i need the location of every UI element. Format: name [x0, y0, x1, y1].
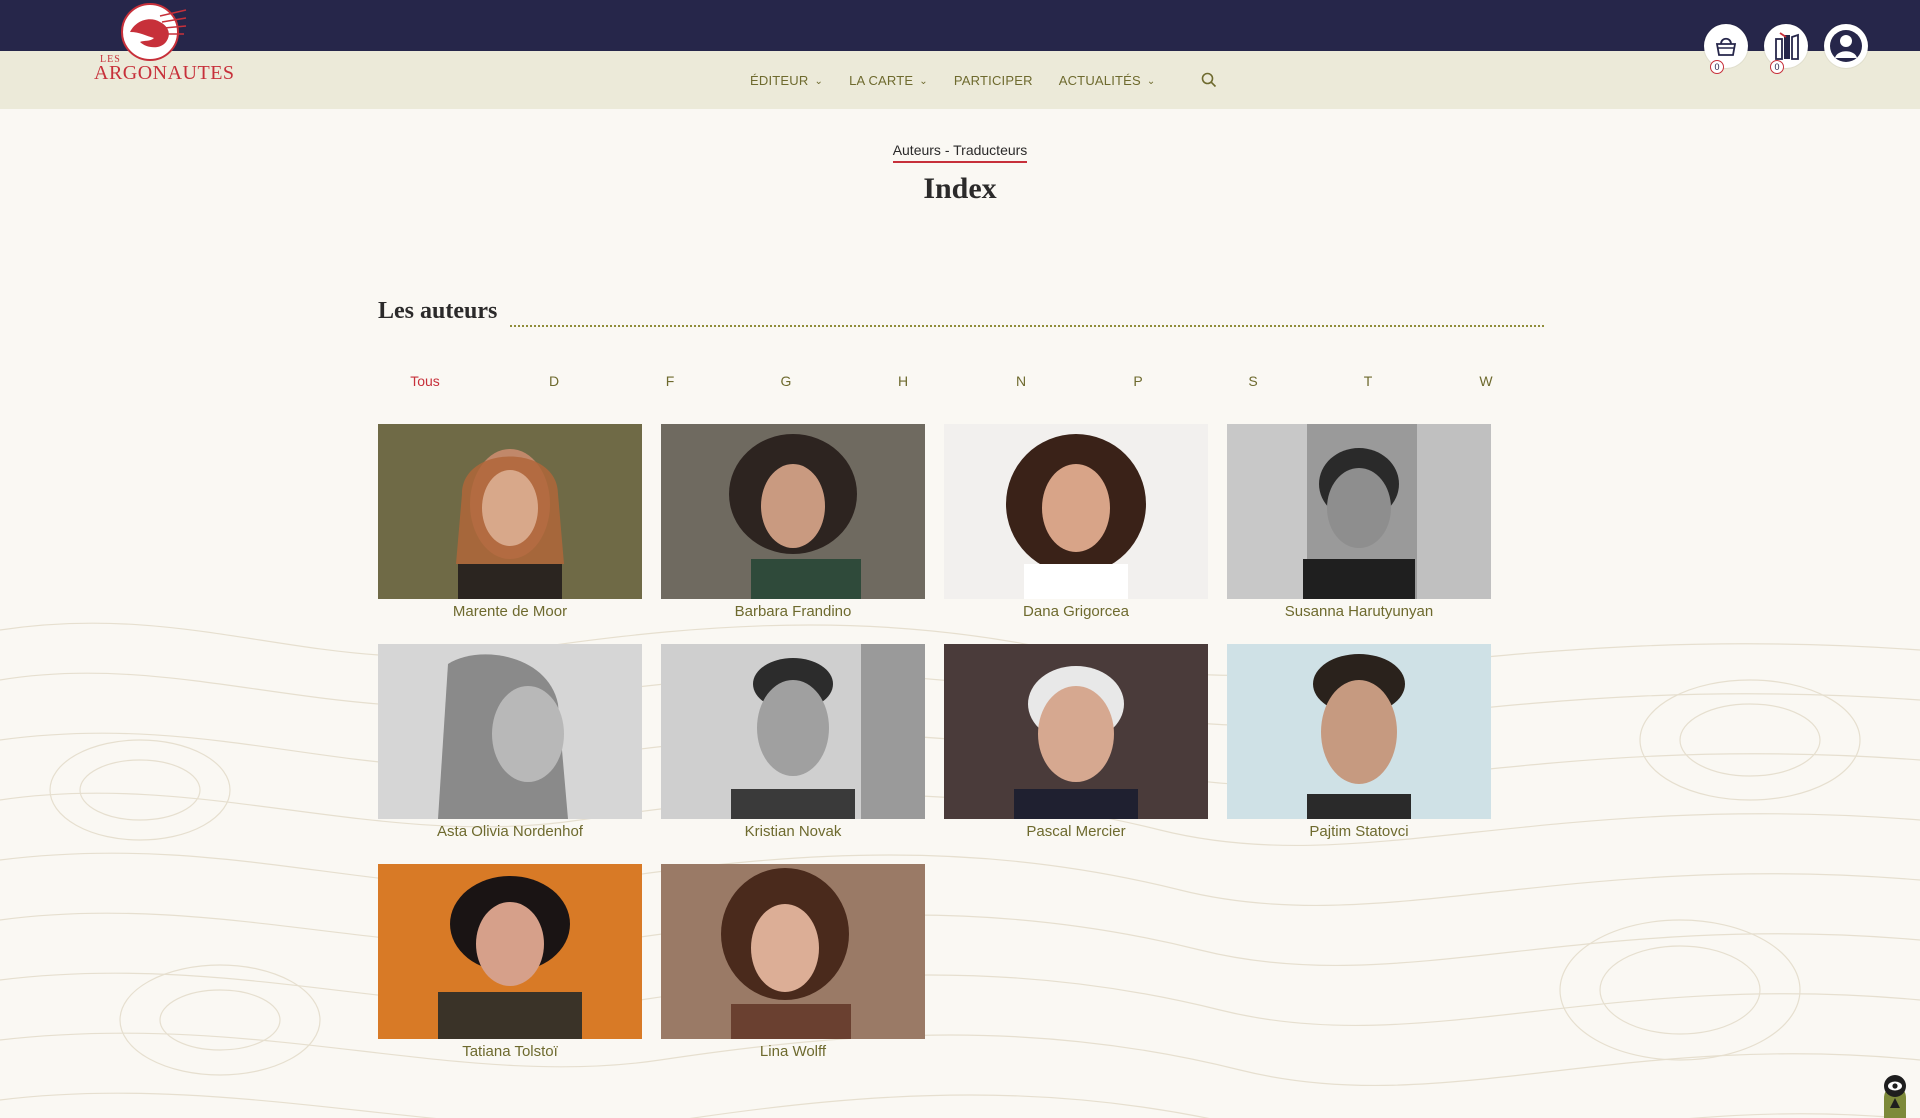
author-card[interactable]: Marente de Moor [378, 424, 642, 624]
author-name[interactable]: Lina Wolff [661, 1043, 925, 1060]
nav-item-label: ACTUALITÉS [1058, 72, 1141, 88]
author-name[interactable]: Marente de Moor [378, 603, 642, 620]
site-logo[interactable]: LES ARGONAUTES [92, 0, 252, 90]
author-grid: Marente de Moor Barbara Frandino Dana Gr… [378, 424, 1491, 1064]
nav-item-label: ÉDITEUR [750, 72, 809, 88]
nav-item-editeur[interactable]: ÉDITEUR ⌄ [750, 73, 823, 88]
author-name[interactable]: Pajtim Statovci [1227, 823, 1491, 840]
author-name[interactable]: Barbara Frandino [661, 603, 925, 620]
author-name[interactable]: Susanna Harutyunyan [1227, 603, 1491, 620]
filter-d[interactable]: D [549, 373, 559, 389]
search-icon[interactable] [1200, 71, 1218, 89]
author-card[interactable]: Pajtim Statovci [1227, 644, 1491, 844]
author-card[interactable]: Susanna Harutyunyan [1227, 424, 1491, 624]
accessibility-eye-icon[interactable] [1880, 1072, 1910, 1118]
section-title: Les auteurs [378, 298, 498, 324]
author-card[interactable]: Pascal Mercier [944, 644, 1208, 844]
nav-item-actualites[interactable]: ACTUALITÉS ⌄ [1059, 73, 1156, 88]
author-card[interactable]: Kristian Novak [661, 644, 925, 844]
author-card[interactable]: Asta Olivia Nordenhof [378, 644, 642, 844]
filter-tous[interactable]: Tous [410, 373, 440, 389]
books-icon [1775, 32, 1799, 60]
author-photo[interactable] [378, 864, 642, 1039]
nav-item-participer[interactable]: PARTICIPER [954, 73, 1033, 88]
chevron-down-icon: ⌄ [919, 75, 928, 87]
logo-name: ARGONAUTES [94, 62, 235, 84]
section-divider [510, 325, 1544, 327]
filter-t[interactable]: T [1364, 373, 1373, 389]
author-photo[interactable] [661, 424, 925, 599]
breadcrumb: Auteurs - Traducteurs [0, 142, 1920, 163]
author-photo[interactable] [1227, 424, 1491, 599]
author-name[interactable]: Asta Olivia Nordenhof [378, 823, 642, 840]
author-card[interactable]: Dana Grigorcea [944, 424, 1208, 624]
author-photo[interactable] [661, 644, 925, 819]
books-button[interactable]: 0 [1764, 24, 1808, 74]
author-photo[interactable] [378, 644, 642, 819]
top-bar [0, 0, 1920, 51]
filter-s[interactable]: S [1248, 373, 1257, 389]
author-card[interactable]: Lina Wolff [661, 864, 925, 1064]
logo-emblem-icon [121, 3, 187, 61]
account-button[interactable] [1824, 24, 1868, 68]
author-photo[interactable] [1227, 644, 1491, 819]
author-card[interactable]: Barbara Frandino [661, 424, 925, 624]
author-name[interactable]: Kristian Novak [661, 823, 925, 840]
chevron-down-icon: ⌄ [814, 75, 824, 87]
author-card[interactable]: Tatiana Tolstoï [378, 864, 642, 1064]
filter-g[interactable]: G [781, 373, 792, 389]
page-title: Index [923, 172, 997, 205]
basket-icon [1715, 37, 1737, 56]
nav-item-la-carte[interactable]: LA CARTE ⌄ [849, 73, 928, 88]
nav-item-label: PARTICIPER [953, 72, 1033, 88]
author-name[interactable]: Dana Grigorcea [944, 603, 1208, 620]
header-icons: 0 0 [1704, 24, 1868, 74]
filter-h[interactable]: H [898, 373, 908, 389]
nav-item-label: LA CARTE [849, 72, 914, 88]
author-photo[interactable] [378, 424, 642, 599]
author-name[interactable]: Pascal Mercier [944, 823, 1208, 840]
filter-n[interactable]: N [1016, 373, 1026, 389]
author-photo[interactable] [661, 864, 925, 1039]
breadcrumb-link[interactable]: Auteurs - Traducteurs [892, 142, 1028, 163]
filter-p[interactable]: P [1133, 373, 1142, 389]
letter-filter-bar: Tous D F G H N P S T W [378, 373, 1492, 393]
filter-w[interactable]: W [1479, 373, 1492, 389]
basket-button[interactable]: 0 [1704, 24, 1748, 74]
basket-count: 0 [1710, 60, 1724, 74]
chevron-down-icon: ⌄ [1146, 75, 1156, 87]
filter-f[interactable]: F [666, 373, 675, 389]
author-photo[interactable] [944, 644, 1208, 819]
user-icon [1830, 30, 1862, 62]
author-photo[interactable] [944, 424, 1208, 599]
author-name[interactable]: Tatiana Tolstoï [378, 1043, 642, 1060]
books-count: 0 [1770, 60, 1784, 74]
main-nav: ÉDITEUR ⌄ LA CARTE ⌄ PARTICIPER ACTUALIT… [750, 51, 1218, 109]
